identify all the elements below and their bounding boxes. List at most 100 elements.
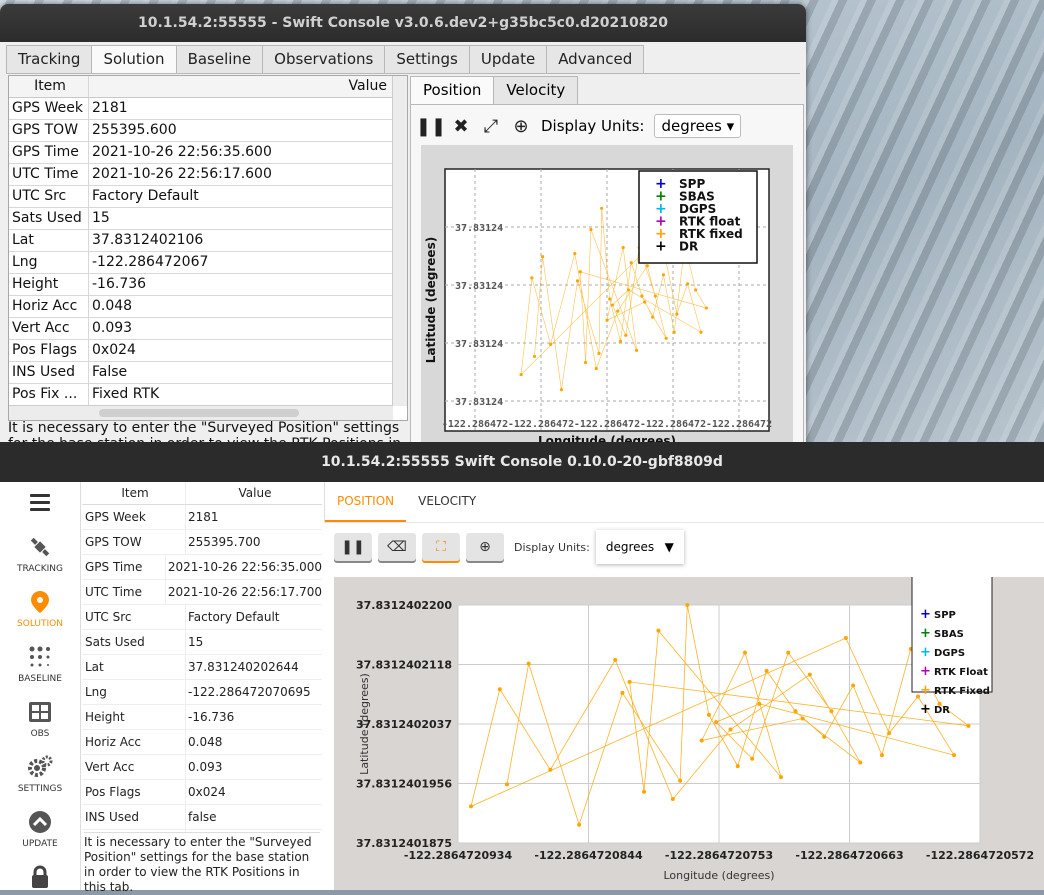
nav-settings[interactable]: SETTINGS xyxy=(0,754,80,794)
data-point xyxy=(694,288,698,292)
row-item: GPS Week xyxy=(82,505,186,529)
gears-icon xyxy=(28,755,53,777)
nav-update[interactable]: UPDATE xyxy=(0,809,80,849)
table-row[interactable]: GPS Week 2181 xyxy=(82,505,322,530)
data-point xyxy=(608,297,612,301)
data-point xyxy=(629,261,633,265)
old-position-plot[interactable]: -122.286472 -122.286472 -122.286472 -122.28… xyxy=(421,145,793,444)
update-arrow-icon xyxy=(29,811,51,833)
data-point xyxy=(656,628,661,633)
table-row[interactable]: Lng -122.286472070695 xyxy=(82,680,322,705)
pause-button[interactable]: ❚❚ xyxy=(334,533,372,561)
table-row[interactable]: GPS Time 2021-10-26 22:56:35.000 xyxy=(82,555,322,580)
row-value: -122.286472070695 xyxy=(188,685,311,699)
item-column-header[interactable]: Item xyxy=(82,482,186,504)
center-button[interactable]: ⊕ xyxy=(466,533,504,561)
y-tick-label: 37.8312401956 xyxy=(356,778,452,791)
data-point xyxy=(618,339,623,343)
table-row[interactable]: GPS TOW 255395.600 xyxy=(9,120,407,142)
table-row[interactable]: Horiz Acc 0.048 xyxy=(82,730,322,755)
display-units-label: Display Units: xyxy=(514,540,590,554)
x-tick-label: -122.2864720572 xyxy=(926,849,1034,862)
table-row[interactable]: Horiz Acc 0.048 xyxy=(9,296,407,318)
center-target-icon[interactable]: ⊕ xyxy=(511,116,531,137)
tab-tracking[interactable]: Tracking xyxy=(6,45,93,73)
table-row[interactable]: UTC Time 2021-10-26 22:56:17.700 xyxy=(82,580,322,605)
tab-update[interactable]: Update xyxy=(468,45,548,73)
pause-icon: ❚❚ xyxy=(341,539,365,555)
table-row[interactable]: Pos Fix ... Fixed RTK xyxy=(9,384,407,406)
row-value: 0.048 xyxy=(92,298,133,314)
table-row[interactable]: Height -16.736 xyxy=(9,274,407,296)
table-row[interactable]: GPS Week 2181 xyxy=(9,98,407,120)
row-value: -16.736 xyxy=(188,710,235,724)
table-row[interactable]: Lat 37.831240202644 xyxy=(82,655,322,680)
tab-solution[interactable]: Solution xyxy=(91,45,177,74)
table-row[interactable]: UTC Src Factory Default xyxy=(9,186,407,208)
table-row[interactable]: GPS Time 2021-10-26 22:56:35.600 xyxy=(9,142,407,164)
tab-advanced[interactable]: Advanced xyxy=(546,45,645,73)
item-column-header[interactable]: Item xyxy=(9,76,89,97)
tab-baseline[interactable]: Baseline xyxy=(175,45,264,73)
table-row[interactable]: UTC Src Factory Default xyxy=(82,605,322,630)
eraser-icon: ⌫ xyxy=(387,539,407,555)
data-point xyxy=(530,276,534,280)
rtk-note: It is necessary to enter the "Surveyed P… xyxy=(8,420,402,444)
scroll-thumb[interactable] xyxy=(99,409,299,417)
y-tick-label: 37.8312401875 xyxy=(356,837,452,850)
nav-label-update: UPDATE xyxy=(22,839,58,849)
clear-icon[interactable]: ✖ xyxy=(451,116,471,137)
tab-position[interactable]: Position xyxy=(410,76,495,104)
nav-solution[interactable]: SOLUTION xyxy=(0,589,80,629)
legend-marker: + xyxy=(920,626,931,641)
table-body: GPS Week 2181 GPS TOW 255395.600 GPS Time 202… xyxy=(9,98,407,420)
data-point xyxy=(678,778,683,783)
data-point xyxy=(704,306,708,310)
row-item: INS Used xyxy=(9,362,89,383)
tab-observations[interactable]: Observations xyxy=(262,45,386,73)
table-row[interactable]: Height -16.736 xyxy=(82,705,322,730)
table-row[interactable]: UTC Time 2021-10-26 22:56:17.600 xyxy=(9,164,407,186)
data-point xyxy=(548,767,553,772)
old-solution-table[interactable]: Item Value GPS Week 2181 GPS TOW 255395.600… xyxy=(8,75,408,421)
vertical-scrollbar[interactable] xyxy=(392,76,407,406)
target-icon: ⊕ xyxy=(479,539,491,555)
table-row[interactable]: Lat 37.8312402106 xyxy=(9,230,407,252)
nav-obs[interactable]: OBS xyxy=(0,699,80,739)
table-row[interactable]: Pos Flags 0x024 xyxy=(9,340,407,362)
row-item: UTC Time xyxy=(82,580,166,604)
table-row[interactable]: INS Used False xyxy=(9,362,407,384)
clear-button[interactable]: ⌫ xyxy=(378,533,416,561)
table-row[interactable]: Sats Used 15 xyxy=(82,630,322,655)
zoom-fit-icon[interactable]: ⤢ xyxy=(481,116,501,137)
data-point xyxy=(651,315,655,319)
new-position-plot[interactable]: -122.2864720934 -122.2864720844 -122.28647… xyxy=(334,577,1044,890)
horizontal-scrollbar[interactable] xyxy=(9,405,393,420)
tab-position[interactable]: POSITION xyxy=(325,482,407,522)
tab-settings[interactable]: Settings xyxy=(384,45,470,73)
tab-velocity[interactable]: Velocity xyxy=(493,76,579,104)
new-solution-table[interactable]: Item Value GPS Week 2181 GPS TOW 255395.700… xyxy=(82,482,322,832)
pause-icon[interactable]: ❚❚ xyxy=(416,116,446,137)
nav-tracking[interactable]: TRACKING xyxy=(0,534,80,574)
zoom-fit-button[interactable]: ⛶ xyxy=(422,533,460,561)
value-column-header[interactable]: Value xyxy=(89,76,407,97)
value-column-header[interactable]: Value xyxy=(186,482,322,504)
menu-icon[interactable] xyxy=(30,494,50,515)
data-point xyxy=(589,227,593,232)
display-units-select[interactable]: degrees ▾ xyxy=(654,114,742,138)
legend-marker: + xyxy=(920,645,931,660)
table-row[interactable]: Vert Acc 0.093 xyxy=(9,318,407,340)
table-row[interactable]: Sats Used 15 xyxy=(9,208,407,230)
table-row[interactable]: GPS TOW 255395.700 xyxy=(82,530,322,555)
tab-velocity[interactable]: VELOCITY xyxy=(406,482,488,522)
table-row[interactable]: Lng -122.286472067 xyxy=(9,252,407,274)
x-tick-label: -122.2864720663 xyxy=(795,849,903,862)
table-row[interactable]: INS Used false xyxy=(82,805,322,830)
display-units-select[interactable]: degrees ▼ xyxy=(595,530,684,564)
table-grid-icon xyxy=(29,702,51,722)
nav-baseline[interactable]: BASELINE xyxy=(0,644,80,684)
table-row[interactable]: Vert Acc 0.093 xyxy=(82,755,322,780)
table-row[interactable]: Pos Flags 0x024 xyxy=(82,780,322,805)
data-point xyxy=(699,738,704,743)
